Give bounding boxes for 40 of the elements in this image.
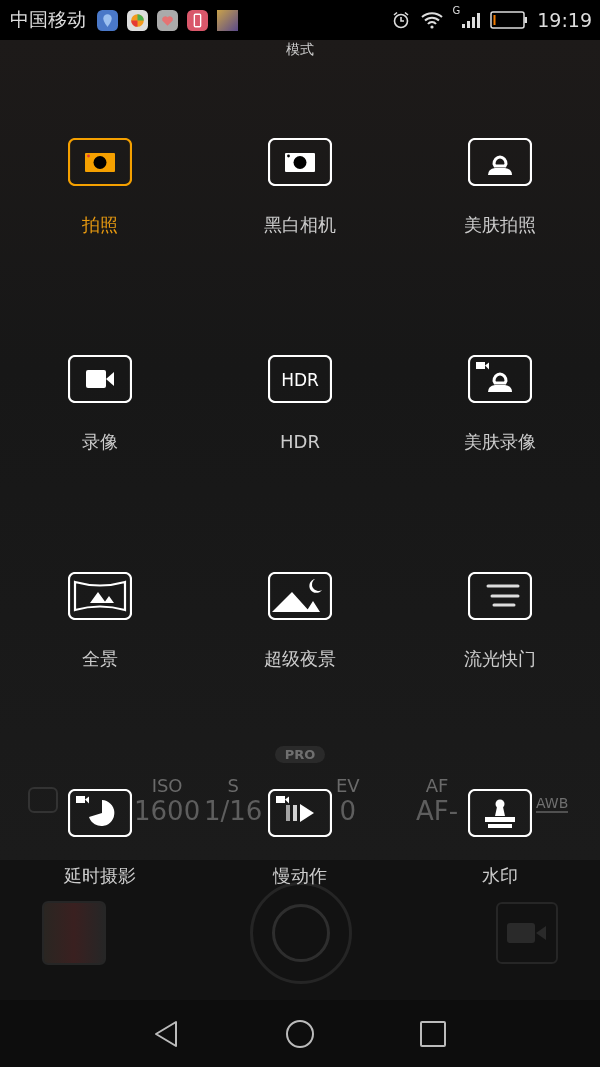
- recent-apps-icon[interactable]: [418, 1018, 448, 1049]
- wifi-icon: [421, 10, 444, 30]
- mode-label: 美肤录像: [464, 431, 536, 453]
- location-pin-icon: [97, 9, 118, 31]
- setting-value: 1/16: [204, 796, 263, 826]
- battery-icon: [490, 11, 529, 29]
- battery-alert-icon: [187, 9, 208, 31]
- setting-value: AF-: [416, 796, 459, 826]
- color-wheel-icon: [127, 9, 148, 31]
- mode-label: 拍照: [82, 214, 118, 236]
- video-camera-icon: [507, 921, 547, 945]
- setting-label: EV: [336, 775, 360, 796]
- clock-time: 19:19: [537, 9, 592, 31]
- metering-icon: [28, 785, 58, 815]
- mode-label: 超级夜景: [264, 648, 336, 670]
- setting-label: S: [227, 775, 239, 796]
- signal-icon: [461, 11, 482, 29]
- mode-label: HDR: [280, 431, 320, 453]
- mode-label: 全景: [82, 648, 118, 670]
- setting-label: ISO: [151, 775, 183, 796]
- mode-title: 模式: [285, 40, 315, 58]
- setting-value: 0: [339, 796, 357, 826]
- mode-button[interactable]: HDR: [268, 355, 332, 403]
- mode-label: 流光快门: [464, 648, 536, 670]
- mode-label: 美肤拍照: [464, 214, 536, 236]
- wb-mode-label: AWB: [536, 795, 569, 813]
- photo-placeholder: [217, 9, 238, 31]
- mode-button[interactable]: [68, 138, 132, 186]
- carrier-name: 中国移动: [10, 7, 86, 32]
- setting-label: AF: [425, 775, 449, 796]
- mode-label: 延时摄影: [64, 865, 136, 887]
- gallery-thumbnail[interactable]: [42, 901, 106, 965]
- mode-label: 慢动作: [273, 865, 327, 887]
- setting-value: 1600: [134, 796, 201, 826]
- mode-label: 录像: [82, 431, 118, 453]
- home-icon[interactable]: [285, 1018, 315, 1049]
- mode-label: 水印: [482, 865, 518, 887]
- pro-badge: PRO: [274, 746, 326, 763]
- mode-label: 黑白相机: [264, 214, 336, 236]
- network-type: G: [452, 5, 461, 16]
